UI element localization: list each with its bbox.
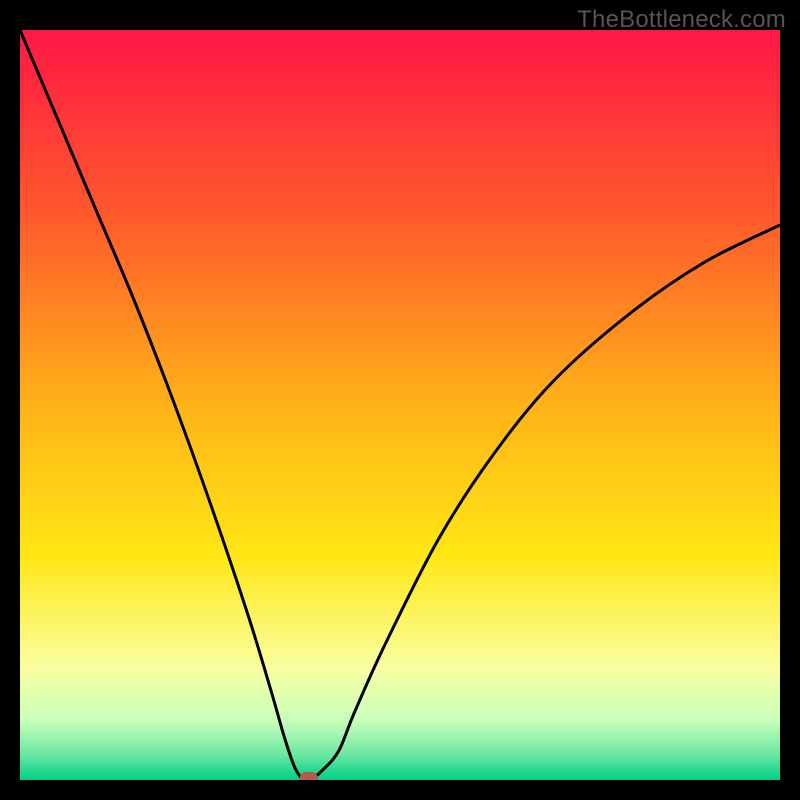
minimum-marker bbox=[300, 772, 318, 780]
plot-area bbox=[20, 30, 780, 780]
chart-frame: TheBottleneck.com bbox=[0, 0, 800, 800]
chart-svg bbox=[20, 30, 780, 780]
gradient-background bbox=[20, 30, 780, 780]
watermark-text: TheBottleneck.com bbox=[577, 6, 786, 34]
